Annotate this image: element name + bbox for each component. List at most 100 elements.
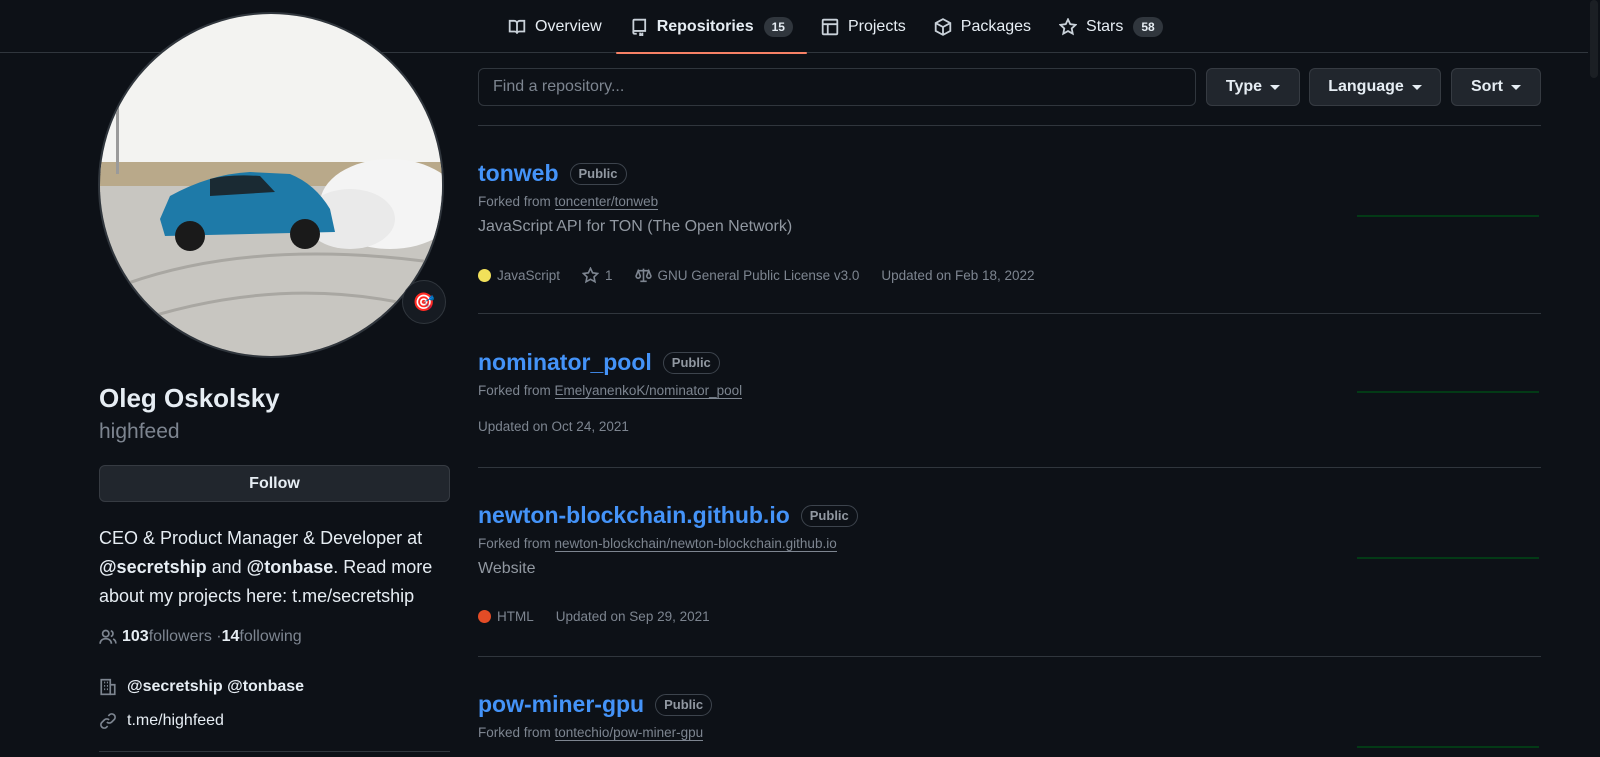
tab-projects[interactable]: Projects: [807, 0, 920, 53]
profile-bio: CEO & Product Manager & Developer at @se…: [99, 524, 459, 611]
language-color-dot: [478, 269, 491, 282]
tab-stars[interactable]: Stars 58: [1045, 0, 1177, 53]
followers-count[interactable]: 103: [122, 628, 149, 646]
repo-description: Website: [478, 560, 536, 577]
avatar-photo: [100, 14, 442, 356]
forked-from-link[interactable]: toncenter/tonweb: [554, 194, 659, 210]
forked-prefix: Forked from: [478, 194, 555, 209]
repo-description: JavaScript API for TON (The Open Network…: [478, 218, 793, 235]
tab-repositories-label: Repositories: [656, 17, 754, 35]
repo-name-link[interactable]: tonweb: [478, 160, 559, 187]
status-emoji: 🎯: [412, 291, 436, 312]
type-filter-button[interactable]: Type: [1206, 68, 1300, 106]
forked-prefix: Forked from: [478, 536, 555, 551]
repo-name-link[interactable]: newton-blockchain.github.io: [478, 502, 790, 529]
visibility-badge: Public: [655, 693, 713, 716]
list-divider: [478, 656, 1541, 657]
forked-from: Forked from tontechio/pow-miner-gpu: [478, 725, 1541, 741]
repo-language: HTML: [478, 609, 534, 624]
forked-from-link[interactable]: EmelyanenkoK/nominator_pool: [554, 383, 743, 399]
repo-updated: Updated on Oct 24, 2021: [478, 419, 629, 434]
repo-list-item: nominator_pool Public Forked from Emelya…: [478, 349, 1541, 459]
language-filter-button[interactable]: Language: [1309, 68, 1441, 106]
repo-stars[interactable]: 1: [582, 267, 613, 284]
table-icon: [821, 18, 839, 35]
forked-from-link[interactable]: tontechio/pow-miner-gpu: [554, 725, 704, 741]
list-divider: [478, 125, 1541, 126]
forked-prefix: Forked from: [478, 383, 555, 398]
profile-login: highfeed: [99, 420, 180, 443]
bio-text: and: [206, 557, 247, 577]
forked-prefix: Forked from: [478, 725, 555, 740]
following-label[interactable]: following: [239, 628, 301, 646]
list-divider: [478, 313, 1541, 314]
organization-row: @secretship @tonbase: [99, 678, 304, 696]
avatar[interactable]: [98, 12, 444, 358]
sort-filter-label: Sort: [1471, 78, 1503, 95]
bio-org-link-tonbase[interactable]: @tonbase: [247, 557, 334, 577]
repo-name-link[interactable]: pow-miner-gpu: [478, 691, 644, 718]
website-row: t.me/highfeed: [99, 712, 224, 730]
repo-title-row: newton-blockchain.github.io Public: [478, 502, 1541, 529]
language-name: HTML: [497, 609, 534, 624]
repo-title-row: nominator_pool Public: [478, 349, 1541, 376]
visibility-badge: Public: [800, 504, 858, 527]
profile-name: Oleg Oskolsky: [99, 383, 280, 413]
repo-icon: [632, 18, 646, 36]
caret-down-icon: [1511, 84, 1521, 90]
organization-text[interactable]: @secretship @tonbase: [127, 678, 304, 696]
star-icon: [582, 267, 600, 284]
follow-button[interactable]: Follow: [99, 465, 450, 502]
tab-packages-label: Packages: [960, 17, 1032, 35]
forked-from-link[interactable]: newton-blockchain/newton-blockchain.gith…: [554, 536, 837, 552]
sort-filter-button[interactable]: Sort: [1451, 68, 1541, 106]
repo-title-row: pow-miner-gpu Public: [478, 691, 1541, 718]
language-filter-label: Language: [1328, 78, 1404, 95]
website-link[interactable]: t.me/highfeed: [127, 712, 224, 730]
tab-projects-label: Projects: [847, 17, 906, 35]
type-filter-label: Type: [1225, 78, 1263, 95]
language-color-dot: [478, 610, 491, 623]
activity-sparkline: [1357, 215, 1539, 217]
activity-sparkline: [1357, 391, 1539, 393]
tab-overview-label: Overview: [535, 17, 602, 35]
followers-label[interactable]: followers ·: [149, 628, 222, 646]
repo-list-item: newton-blockchain.github.io Public Forke…: [478, 502, 1541, 652]
scrollbar-thumb[interactable]: [1590, 0, 1598, 78]
activity-sparkline: [1357, 746, 1539, 748]
caret-down-icon: [1411, 84, 1422, 90]
tab-stars-label: Stars: [1086, 17, 1124, 35]
organization-icon: [100, 678, 116, 696]
tab-overview[interactable]: Overview: [494, 0, 616, 53]
sidebar-divider: [99, 751, 450, 752]
package-icon: [934, 17, 951, 36]
activity-sparkline: [1357, 557, 1539, 559]
status-button[interactable]: 🎯: [402, 280, 446, 324]
caret-down-icon: [1270, 84, 1281, 90]
repo-title-row: tonweb Public: [478, 160, 1541, 187]
bio-org-link-secretship[interactable]: @secretship: [99, 557, 207, 577]
scrollbar-track[interactable]: [1588, 0, 1600, 757]
repo-language: JavaScript: [478, 268, 560, 283]
find-repository-input[interactable]: [478, 68, 1196, 106]
tab-repositories[interactable]: Repositories 15: [615, 0, 808, 54]
following-count[interactable]: 14: [222, 628, 240, 646]
repositories-count: 15: [763, 16, 793, 37]
forked-from: Forked from newton-blockchain/newton-blo…: [478, 536, 1541, 552]
stars-count: 58: [1133, 16, 1163, 37]
language-name: JavaScript: [497, 268, 561, 283]
link-icon: [100, 713, 116, 729]
repo-meta: JavaScript 1 GNU General Public License …: [478, 267, 1057, 284]
law-icon: [634, 268, 652, 283]
repo-list-item: tonweb Public Forked from toncenter/tonw…: [478, 160, 1541, 310]
stars-count: 1: [605, 268, 613, 283]
repo-license: GNU General Public License v3.0: [634, 267, 860, 284]
repo-list-item: pow-miner-gpu Public Forked from tontech…: [478, 691, 1541, 757]
repo-name-link[interactable]: nominator_pool: [478, 349, 652, 376]
license-name: GNU General Public License v3.0: [657, 268, 860, 283]
list-divider: [478, 467, 1541, 468]
book-icon: [508, 19, 526, 34]
tab-packages[interactable]: Packages: [920, 0, 1045, 53]
repo-updated: Updated on Feb 18, 2022: [881, 268, 1035, 283]
repo-updated: Updated on Sep 29, 2021: [555, 609, 710, 624]
